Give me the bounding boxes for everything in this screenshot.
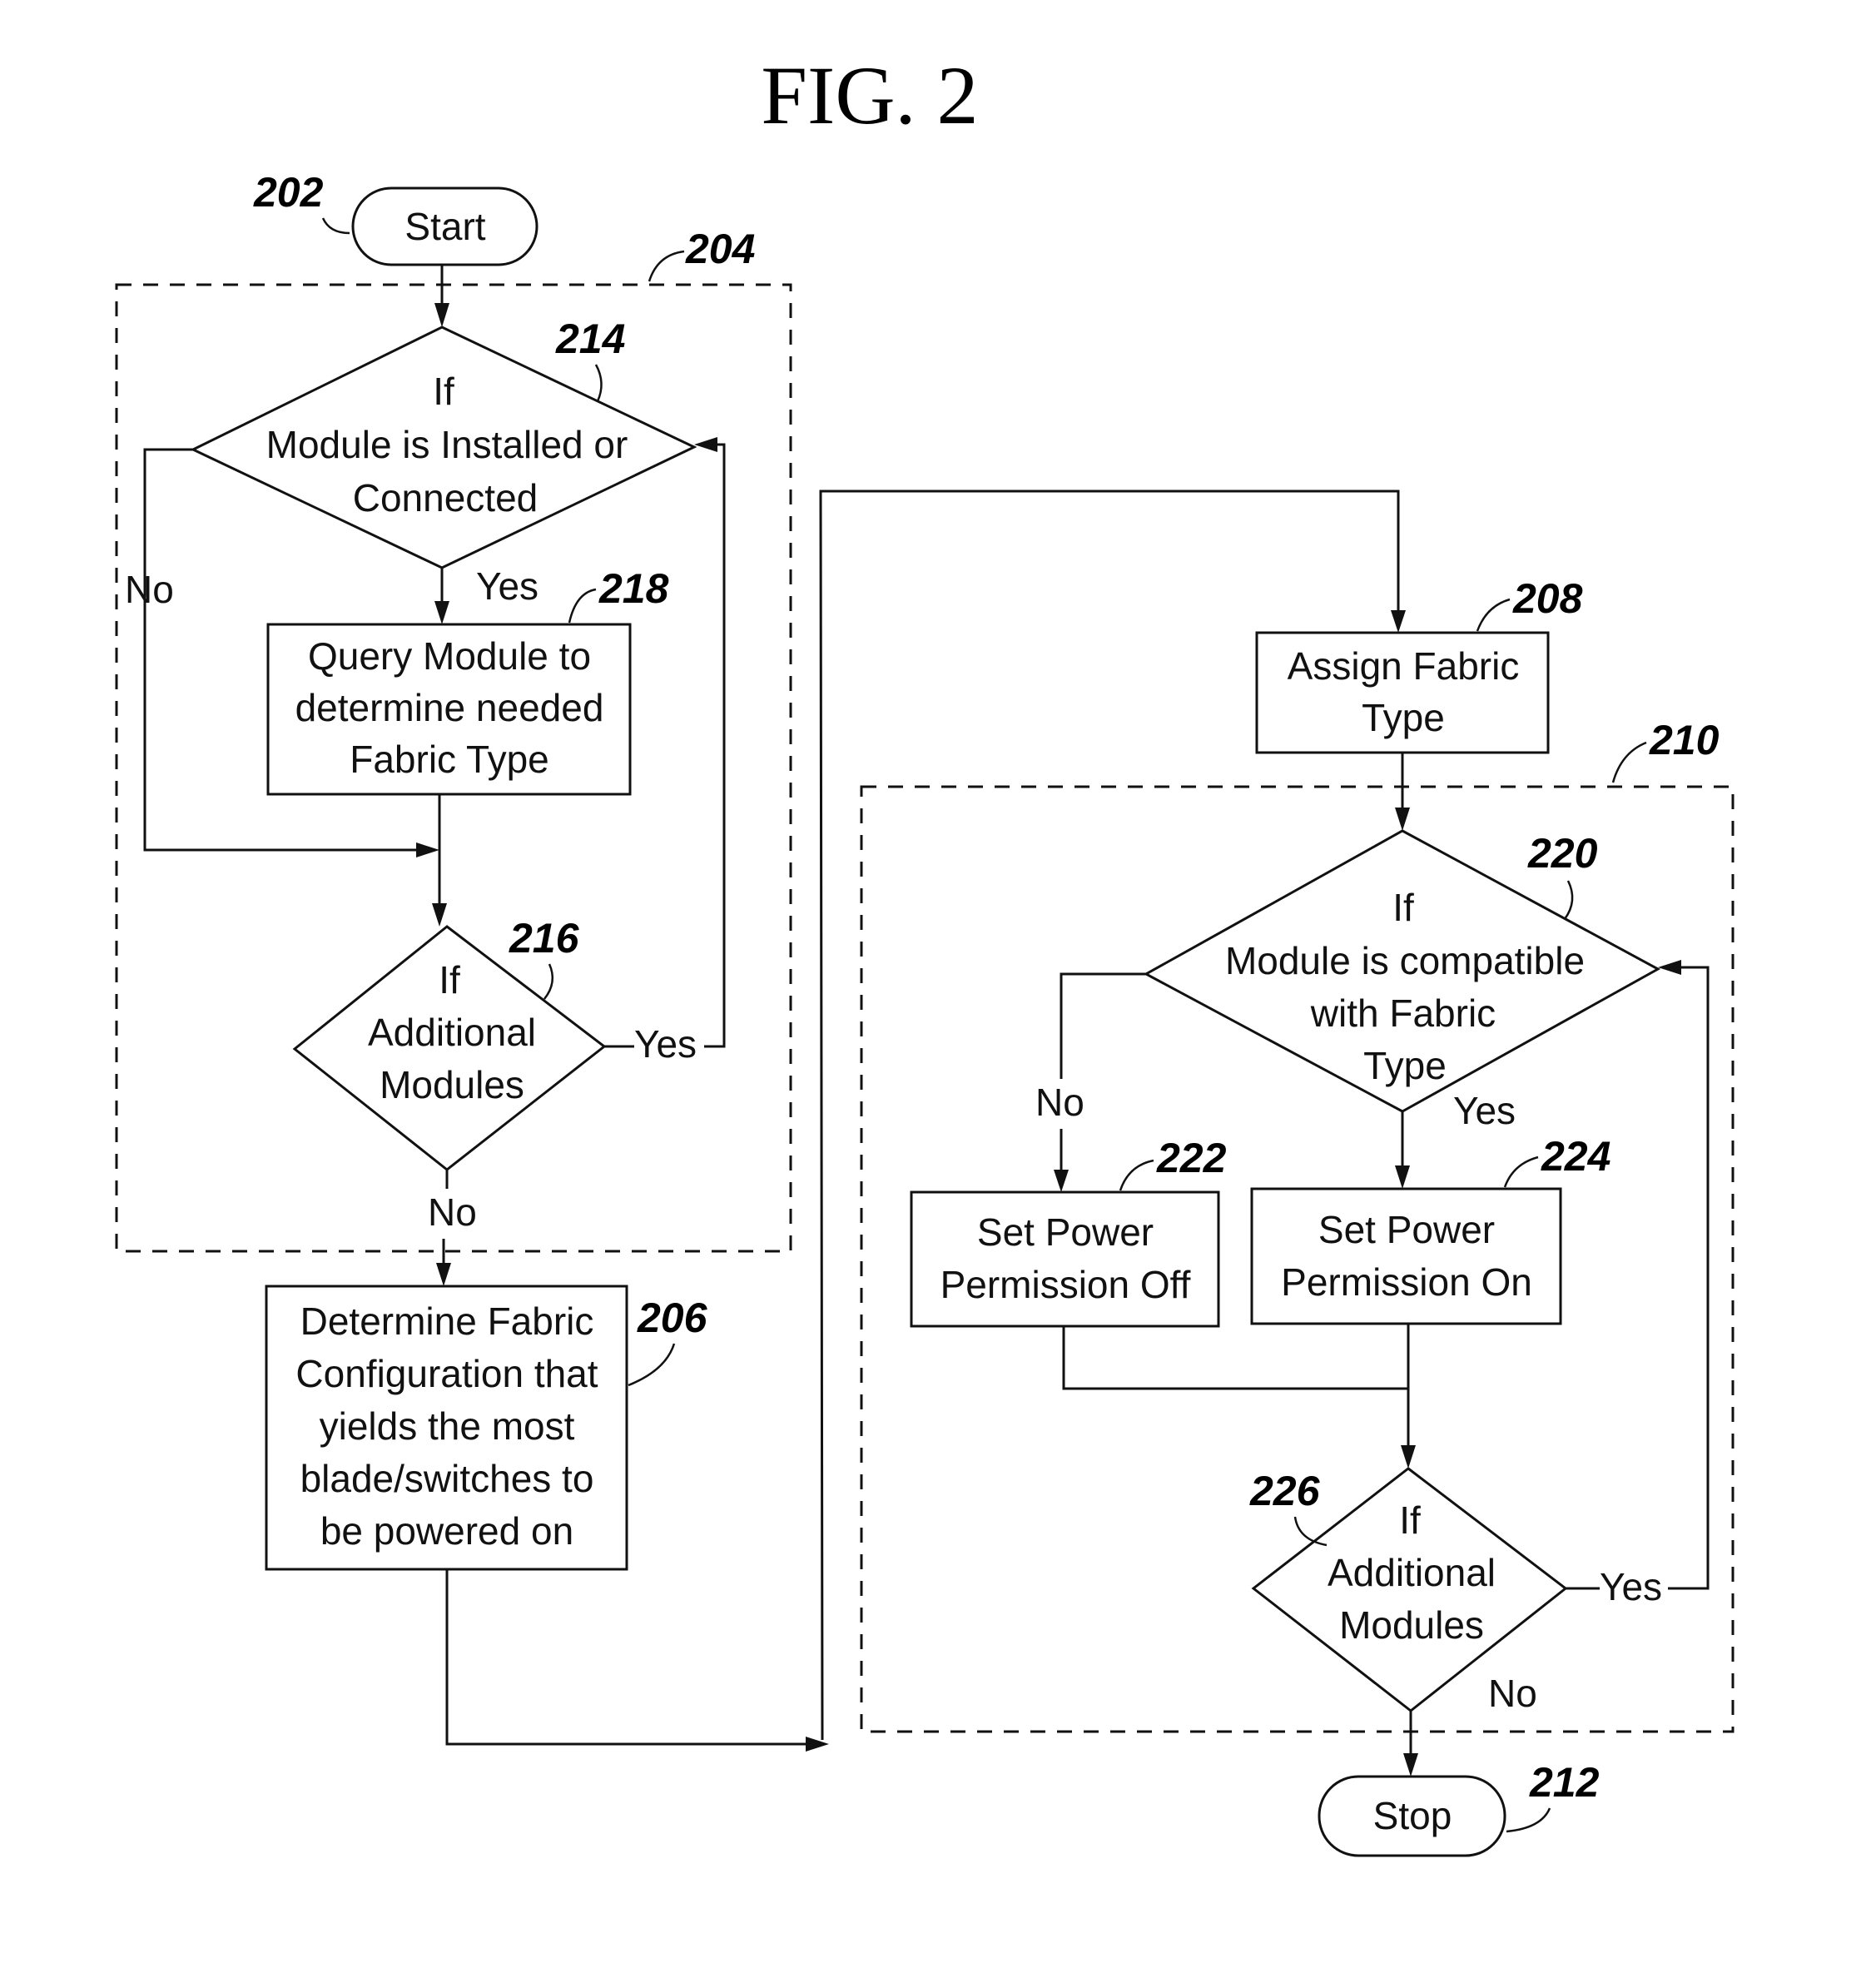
process-218-line-2: determine needed — [295, 686, 604, 729]
ref-202-leader — [321, 217, 350, 235]
ref-208: 208 — [1512, 575, 1583, 622]
branch-220-yes: Yes — [1453, 1089, 1516, 1132]
arrowhead — [434, 601, 449, 624]
ref-214: 214 — [555, 316, 625, 362]
decision-226-line-2: Additional — [1328, 1551, 1496, 1594]
ref-204-leader — [648, 250, 685, 282]
process-218-line-3: Fabric Type — [350, 738, 548, 781]
arrowhead — [434, 303, 449, 327]
ref-220: 220 — [1527, 830, 1598, 877]
ref-210: 210 — [1649, 717, 1720, 763]
ref-226: 226 — [1249, 1468, 1321, 1514]
process-208-line-1: Assign Fabric — [1288, 644, 1520, 688]
process-222-line-1: Set Power — [977, 1210, 1154, 1254]
decision-214-line-1: If — [433, 370, 454, 413]
arrowhead — [694, 437, 717, 452]
arrowhead — [1391, 610, 1406, 633]
decision-214-line-3: Connected — [353, 476, 538, 519]
ref-222-leader — [1119, 1159, 1154, 1191]
ref-220-leader — [1563, 880, 1574, 920]
arrowhead — [806, 1737, 829, 1752]
connector-222-merge — [1062, 1326, 1408, 1390]
decision-216-line-3: Modules — [380, 1063, 524, 1106]
process-218-line-1: Query Module to — [308, 634, 591, 678]
branch-214-no: No — [125, 568, 174, 611]
process-206-line-4: blade/switches to — [300, 1457, 594, 1500]
flowchart: FIG. 2 Start 202 204 If Module is Instal… — [115, 49, 1735, 1857]
process-224-line-2: Permission On — [1281, 1260, 1532, 1304]
decision-220-line-2: Module is compatible — [1225, 939, 1585, 982]
ref-224-leader — [1503, 1155, 1539, 1188]
decision-220-line-3: with Fabric — [1310, 991, 1496, 1035]
branch-216-no: No — [428, 1190, 477, 1234]
ref-216: 216 — [509, 915, 580, 962]
ref-206-leader — [628, 1343, 676, 1387]
ref-204: 204 — [685, 226, 755, 272]
arrowhead — [1395, 1165, 1410, 1189]
decision-216-line-2: Additional — [368, 1011, 536, 1054]
arrowhead — [1054, 1170, 1069, 1192]
branch-226-no: No — [1488, 1672, 1537, 1715]
process-208-line-2: Type — [1362, 696, 1445, 739]
connector-216-yes-loop — [704, 443, 726, 1048]
ref-224: 224 — [1541, 1133, 1610, 1180]
ref-216-leader — [543, 963, 554, 1000]
process-206-line-5: be powered on — [320, 1509, 573, 1553]
ref-210-leader — [1611, 741, 1647, 783]
process-206-line-1: Determine Fabric — [300, 1300, 594, 1343]
branch-216-yes: Yes — [634, 1022, 697, 1066]
branch-220-no: No — [1035, 1081, 1084, 1124]
decision-216-line-1: If — [439, 958, 460, 1001]
connector-206-out — [445, 1569, 809, 1746]
arrowhead — [1401, 1445, 1416, 1469]
process-206-line-3: yields the most — [320, 1404, 575, 1448]
ref-208-leader — [1476, 598, 1511, 632]
process-224-line-1: Set Power — [1318, 1208, 1495, 1251]
ref-212-leader — [1506, 1807, 1551, 1833]
decision-220-line-4: Type — [1363, 1044, 1447, 1087]
ref-214-leader — [594, 364, 603, 402]
arrowhead — [432, 903, 447, 927]
arrowhead — [416, 842, 439, 857]
connector-226-yes-loop — [1668, 966, 1710, 1590]
arrowhead — [436, 1263, 451, 1286]
ref-206: 206 — [637, 1295, 708, 1341]
branch-226-yes: Yes — [1600, 1565, 1662, 1608]
arrowhead — [1658, 960, 1681, 975]
start-label: Start — [404, 205, 485, 248]
process-222-line-2: Permission Off — [940, 1263, 1191, 1306]
stop-label: Stop — [1373, 1794, 1452, 1837]
ref-218-leader — [568, 588, 597, 624]
decision-214-line-2: Module is Installed or — [266, 423, 628, 466]
ref-202: 202 — [253, 169, 324, 216]
ref-218: 218 — [598, 565, 669, 612]
branch-214-yes: Yes — [476, 564, 538, 608]
decision-226-line-1: If — [1399, 1498, 1421, 1542]
figure-title: FIG. 2 — [761, 49, 978, 142]
arrowhead — [1395, 808, 1410, 831]
decision-226-line-3: Modules — [1339, 1603, 1484, 1647]
process-206-line-2: Configuration that — [295, 1352, 598, 1395]
connector-220-no-top — [1060, 972, 1146, 1079]
ref-212: 212 — [1529, 1759, 1600, 1806]
arrowhead — [1403, 1753, 1418, 1777]
decision-220-line-1: If — [1392, 886, 1414, 929]
ref-222: 222 — [1156, 1135, 1227, 1181]
